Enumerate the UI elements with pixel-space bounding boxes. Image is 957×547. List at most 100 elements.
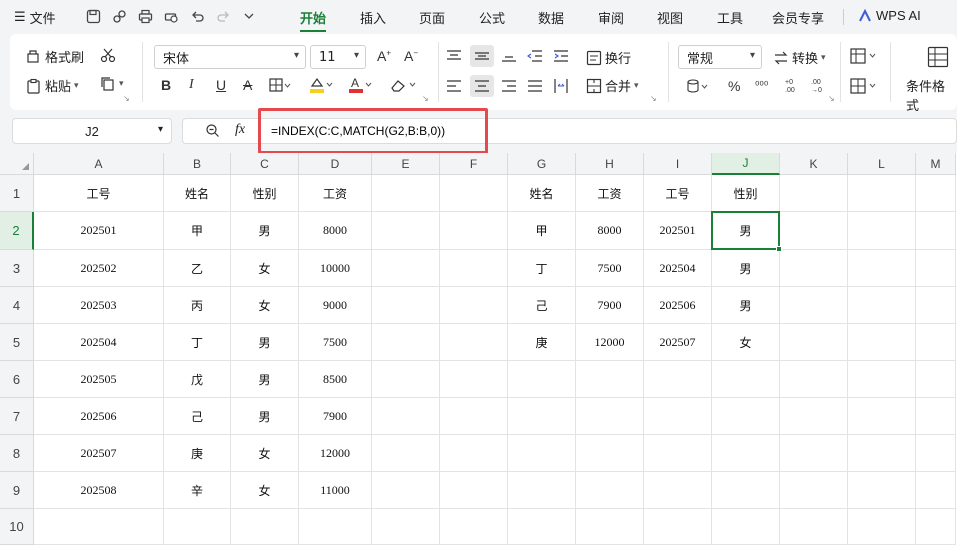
copy-button[interactable]: ▾: [100, 76, 124, 92]
border-icon[interactable]: [269, 78, 291, 96]
save-icon[interactable]: [84, 7, 102, 25]
cell-d9[interactable]: 11000: [299, 472, 372, 509]
cell-f7[interactable]: [440, 398, 508, 435]
cell-j1[interactable]: 性别: [712, 175, 780, 212]
row-header-6[interactable]: 6: [0, 361, 34, 398]
cell-b8[interactable]: 庚: [164, 435, 231, 472]
cell-h2[interactable]: 8000: [576, 212, 644, 250]
cell-l1[interactable]: [848, 175, 916, 212]
conditional-format-icon[interactable]: [927, 46, 949, 72]
align-top-icon[interactable]: [446, 49, 462, 67]
clear-format-icon[interactable]: [389, 77, 417, 97]
column-header-m[interactable]: M: [916, 153, 956, 175]
convert-button[interactable]: 转换 ▾: [773, 48, 826, 67]
cell-g6[interactable]: [508, 361, 576, 398]
cell-c1[interactable]: 性别: [231, 175, 299, 212]
cell-m4[interactable]: [916, 287, 956, 324]
row-header-4[interactable]: 4: [0, 287, 34, 324]
print-preview-icon[interactable]: [162, 7, 180, 25]
cell-f4[interactable]: [440, 287, 508, 324]
fill-color-icon[interactable]: [308, 76, 334, 98]
wrap-text-button[interactable]: 换行: [586, 48, 631, 67]
cell-e7[interactable]: [372, 398, 440, 435]
cell-i6[interactable]: [644, 361, 712, 398]
format-painter-button[interactable]: 格式刷: [26, 47, 84, 66]
cell-k5[interactable]: [780, 324, 848, 361]
column-header-i[interactable]: I: [644, 153, 712, 175]
clipboard-expand-icon[interactable]: ↘: [123, 94, 130, 103]
cell-d4[interactable]: 9000: [299, 287, 372, 324]
cell-h6[interactable]: [576, 361, 644, 398]
row-header-5[interactable]: 5: [0, 324, 34, 361]
cell-i8[interactable]: [644, 435, 712, 472]
cell-e4[interactable]: [372, 287, 440, 324]
cell-i5[interactable]: 202507: [644, 324, 712, 361]
cell-f10[interactable]: [440, 509, 508, 545]
tab-home[interactable]: 开始: [300, 8, 326, 27]
redo-icon[interactable]: [214, 7, 232, 25]
cell-k7[interactable]: [780, 398, 848, 435]
tab-page[interactable]: 页面: [419, 8, 445, 27]
conditional-format-button[interactable]: 条件格式: [906, 76, 957, 114]
cell-j3[interactable]: 男: [712, 250, 780, 287]
increase-font-icon[interactable]: A+: [377, 48, 391, 64]
cell-k3[interactable]: [780, 250, 848, 287]
tab-wps-ai[interactable]: WPS AI: [858, 8, 921, 23]
cell-m3[interactable]: [916, 250, 956, 287]
cell-g4[interactable]: 己: [508, 287, 576, 324]
cell-g7[interactable]: [508, 398, 576, 435]
cell-f2[interactable]: [440, 212, 508, 250]
cell-c8[interactable]: 女: [231, 435, 299, 472]
cell-b5[interactable]: 丁: [164, 324, 231, 361]
cell-a9[interactable]: 202508: [34, 472, 164, 509]
cell-a6[interactable]: 202505: [34, 361, 164, 398]
cell-a4[interactable]: 202503: [34, 287, 164, 324]
cell-h1[interactable]: 工资: [576, 175, 644, 212]
column-header-j[interactable]: J: [712, 153, 780, 175]
align-center-icon[interactable]: [470, 75, 494, 97]
merge-button[interactable]: 合并 ▾: [586, 76, 639, 95]
increase-indent-icon[interactable]: [553, 49, 569, 67]
share-icon[interactable]: [110, 7, 128, 25]
cell-d2[interactable]: 8000: [299, 212, 372, 250]
cell-c5[interactable]: 男: [231, 324, 299, 361]
row-header-2[interactable]: 2: [0, 212, 34, 250]
cell-f3[interactable]: [440, 250, 508, 287]
cell-d10[interactable]: [299, 509, 372, 545]
cell-h8[interactable]: [576, 435, 644, 472]
cell-k9[interactable]: [780, 472, 848, 509]
cell-h9[interactable]: [576, 472, 644, 509]
align-expand-icon[interactable]: ↘: [650, 94, 657, 103]
cell-e3[interactable]: [372, 250, 440, 287]
cell-g10[interactable]: [508, 509, 576, 545]
fill-handle[interactable]: [776, 246, 782, 252]
row-header-10[interactable]: 10: [0, 509, 34, 545]
column-header-h[interactable]: H: [576, 153, 644, 175]
cell-g3[interactable]: 丁: [508, 250, 576, 287]
cell-b4[interactable]: 丙: [164, 287, 231, 324]
cell-m6[interactable]: [916, 361, 956, 398]
row-header-9[interactable]: 9: [0, 472, 34, 509]
cell-e2[interactable]: [372, 212, 440, 250]
cell-a3[interactable]: 202502: [34, 250, 164, 287]
cell-b2[interactable]: 甲: [164, 212, 231, 250]
column-header-l[interactable]: L: [848, 153, 916, 175]
row-header-1[interactable]: 1: [0, 175, 34, 212]
select-all-corner[interactable]: [0, 153, 34, 175]
cell-b6[interactable]: 戊: [164, 361, 231, 398]
cell-j4[interactable]: 男: [712, 287, 780, 324]
row-header-8[interactable]: 8: [0, 435, 34, 472]
bold-icon[interactable]: B: [161, 77, 171, 93]
cell-h7[interactable]: [576, 398, 644, 435]
align-right-icon[interactable]: [501, 79, 517, 97]
column-header-f[interactable]: F: [440, 153, 508, 175]
cell-j5[interactable]: 女: [712, 324, 780, 361]
tab-review[interactable]: 审阅: [598, 8, 624, 27]
cell-c9[interactable]: 女: [231, 472, 299, 509]
cell-l5[interactable]: [848, 324, 916, 361]
cell-c6[interactable]: 男: [231, 361, 299, 398]
cell-m10[interactable]: [916, 509, 956, 545]
cell-l4[interactable]: [848, 287, 916, 324]
cell-i1[interactable]: 工号: [644, 175, 712, 212]
cell-c2[interactable]: 男: [231, 212, 299, 250]
